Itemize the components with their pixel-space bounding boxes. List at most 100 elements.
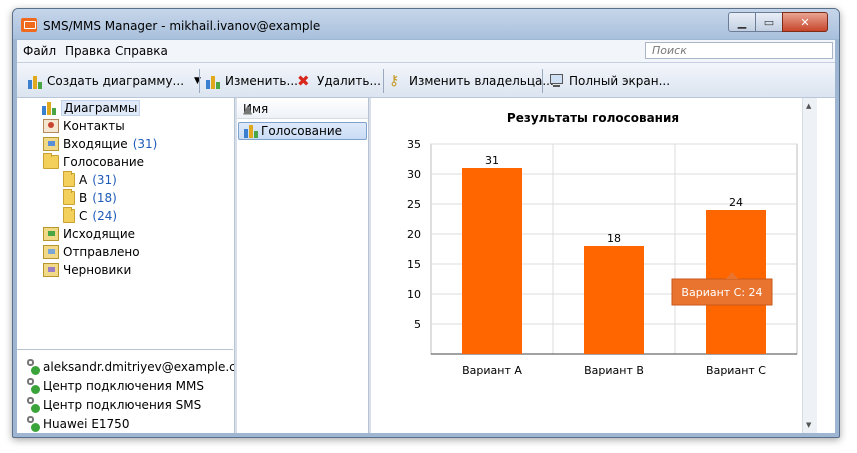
data-label: 18 (607, 232, 621, 245)
folder-icon (63, 206, 75, 223)
create-chart-button[interactable]: Создать диаграмму... ▼ (27, 72, 201, 90)
y-tick-label: 30 (407, 168, 421, 181)
tree-label-charts: Диаграммы (61, 99, 141, 116)
x-tick-label: Вариант B (584, 364, 644, 377)
account-label: Центр подключения MMS (43, 379, 204, 393)
create-chart-label: Создать диаграмму... (47, 74, 185, 88)
y-tick-label: 15 (407, 258, 421, 271)
toolbar-separator (383, 69, 384, 93)
item-list: Имя ▲ Голосование (237, 98, 368, 433)
tree-item-contacts[interactable]: Контакты (43, 117, 125, 134)
outbox-icon (43, 226, 59, 241)
change-owner-button[interactable]: ⚷ Изменить владельца... (389, 72, 554, 90)
chart-title: Результаты голосования (507, 111, 679, 125)
chart-bars (462, 168, 766, 354)
tree-item-drafts[interactable]: Черновики (43, 261, 131, 278)
delete-label: Удалить... (317, 74, 381, 88)
y-tick-label: 20 (407, 228, 421, 241)
charts-icon (41, 101, 57, 115)
menu-edit[interactable]: Правка (65, 44, 111, 58)
tree-label-voting: Голосование (63, 154, 145, 169)
account-item[interactable]: Центр подключения MMS (25, 377, 204, 395)
bar-chart: Результаты голосования 5 10 15 20 25 30 35 31 Ва… (407, 111, 798, 377)
tree-label-drafts: Черновики (63, 262, 132, 277)
tree-label-folder-a: A (79, 172, 88, 187)
tree-label-sent: Отправлено (63, 244, 140, 259)
data-label: 31 (485, 154, 499, 167)
drafts-icon (43, 262, 59, 277)
scroll-up-icon[interactable]: ▲ (806, 102, 811, 110)
account-item[interactable]: Huawei E1750 (25, 415, 129, 433)
chart-bar (462, 168, 522, 354)
tree-item-sent[interactable]: Отправлено (43, 243, 140, 260)
toolbar-separator (199, 69, 200, 93)
change-owner-label: Изменить владельца... (409, 74, 554, 88)
sort-ascending-icon: ▲ (243, 102, 253, 116)
delete-button[interactable]: ✖ Удалить... (297, 72, 381, 90)
account-item[interactable]: aleksandr.dmitriyev@example.com (25, 358, 255, 376)
tree-item-voting[interactable]: Голосование (43, 152, 145, 170)
chart-bar (584, 246, 644, 354)
tree-item-inbox[interactable]: Входящие (31) (43, 135, 157, 152)
connection-icon (25, 397, 41, 413)
app-icon (21, 18, 37, 32)
inbox-count: (31) (132, 136, 158, 151)
app-window: SMS/MMS Manager - mikhail.ivanov@example… (12, 8, 840, 438)
chart-icon (243, 124, 259, 138)
tree-item-charts[interactable]: Диаграммы (41, 99, 141, 116)
chart-panel: Результаты голосования 5 10 15 20 25 30 35 31 Ва… (371, 98, 817, 433)
folder-c-count: (24) (92, 208, 118, 223)
key-icon: ⚷ (389, 73, 400, 89)
delete-icon: ✖ (297, 72, 310, 90)
data-label: 24 (729, 196, 743, 209)
folder-tree: Диаграммы Контакты Входящие (31) Голосов… (17, 98, 233, 348)
tree-label-contacts: Контакты (63, 118, 125, 133)
tree-label-folder-c: C (79, 208, 88, 223)
edit-button[interactable]: Изменить... (205, 72, 298, 90)
y-tick-label: 35 (407, 138, 421, 151)
tree-item-folder-c[interactable]: C (24) (63, 206, 118, 224)
list-item-label: Голосование (261, 124, 343, 138)
account-item[interactable]: Центр подключения SMS (25, 396, 201, 414)
toolbar-separator (542, 69, 543, 93)
list-item[interactable]: Голосование (238, 122, 367, 140)
close-button[interactable]: ✕ (782, 12, 828, 32)
accounts-panel: aleksandr.dmitriyev@example.com Центр по… (17, 349, 255, 433)
menu-help[interactable]: Справка (115, 44, 168, 58)
fullscreen-icon (549, 73, 565, 89)
sent-icon (43, 244, 59, 259)
y-tick-label: 10 (407, 288, 421, 301)
tree-item-folder-b[interactable]: B (18) (63, 188, 117, 206)
maximize-button[interactable]: ▭ (755, 12, 783, 32)
tree-item-folder-a[interactable]: A (31) (63, 170, 117, 188)
main-content: Диаграммы Контакты Входящие (31) Голосов… (17, 98, 835, 433)
inbox-icon (43, 136, 59, 151)
close-icon: ✕ (800, 15, 810, 29)
menu-file[interactable]: Файл (23, 44, 56, 58)
folder-icon (43, 152, 59, 169)
connection-icon (25, 359, 41, 375)
contacts-icon (43, 118, 59, 133)
toolbar: Создать диаграмму... ▼ Изменить... ✖ Уда… (17, 63, 835, 98)
maximize-icon: ▭ (763, 15, 775, 29)
tree-label-outbox: Исходящие (63, 226, 136, 241)
edit-label: Изменить... (225, 74, 298, 88)
scroll-down-icon[interactable]: ▼ (806, 421, 811, 429)
folder-b-count: (18) (92, 190, 117, 205)
title-bar: SMS/MMS Manager - mikhail.ivanov@example… (13, 9, 839, 39)
y-tick-label: 5 (414, 318, 421, 331)
tooltip-text: Вариант C: 24 (681, 286, 762, 299)
minimize-button[interactable]: ▁ (728, 12, 756, 32)
fullscreen-button[interactable]: Полный экран... (549, 72, 670, 90)
window-title: SMS/MMS Manager - mikhail.ivanov@example (43, 19, 321, 33)
tree-item-outbox[interactable]: Исходящие (43, 225, 135, 242)
tree-label-folder-b: B (79, 190, 88, 205)
column-header-name[interactable]: Имя ▲ (237, 98, 368, 119)
tree-label-inbox: Входящие (63, 136, 128, 151)
folder-icon (63, 170, 75, 187)
folder-icon (63, 188, 75, 205)
search-input[interactable]: Поиск (645, 42, 833, 59)
menu-bar: Файл Правка Справка Поиск (17, 40, 835, 63)
vertical-scrollbar[interactable]: ▲ ▼ (802, 98, 817, 433)
account-label: aleksandr.dmitriyev@example.com (43, 360, 255, 374)
